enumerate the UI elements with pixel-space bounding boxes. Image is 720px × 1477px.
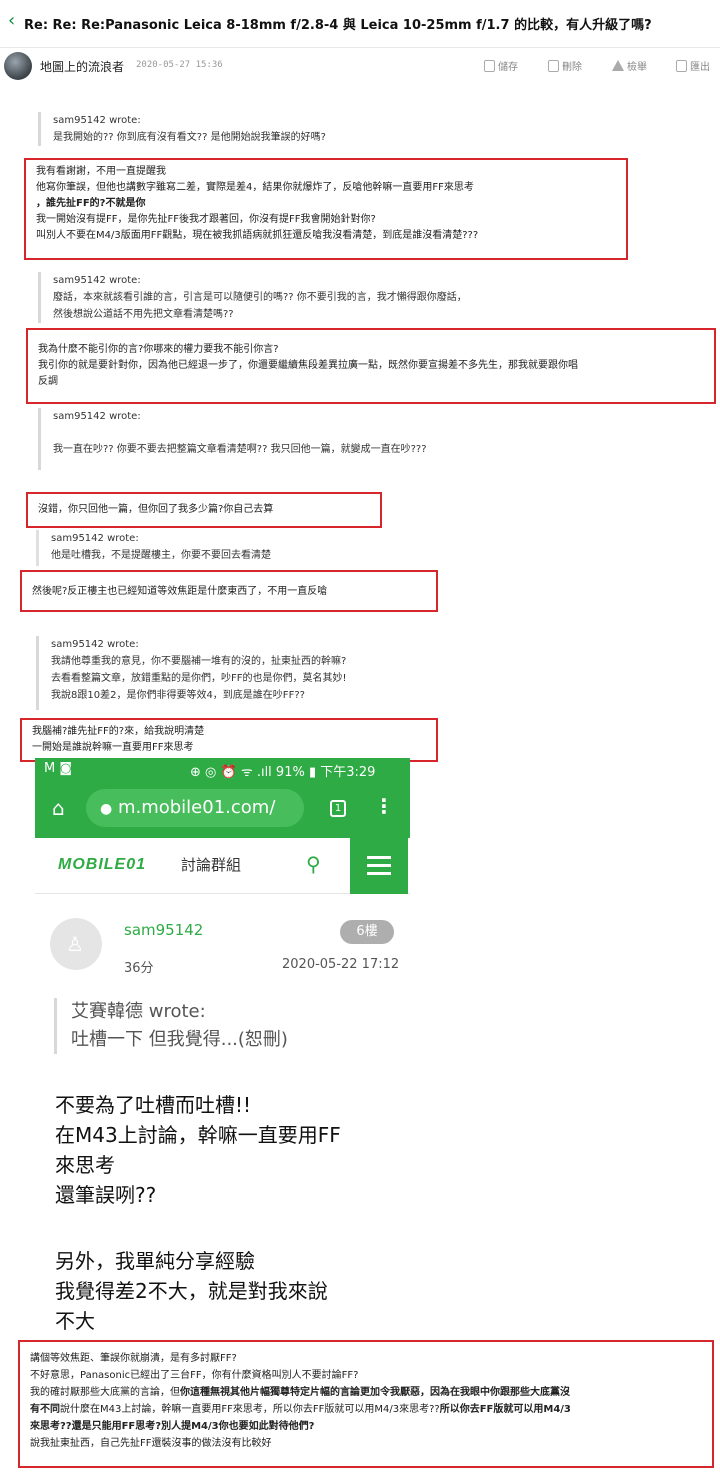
reply-line: 我引你的就是要針對你，因為他已經退一步了，你還要繼續焦段差異拉廣一點，既然你要宣… <box>38 360 578 371</box>
reply-line: ，誰先扯FF的?不就是你 <box>36 196 616 212</box>
quote-block: sam95142 wrote: 我一直在吵?? 你要不要去把整篇文章看清楚啊??… <box>38 408 678 470</box>
post-username[interactable]: sam95142 <box>124 921 203 939</box>
reply-line: 我的確討厭那些大底黨的言論，但你這種無視其他片幅獨尊特定片幅的言論更加令我厭惡，… <box>30 1384 702 1401</box>
delete-label: 刪除 <box>562 62 582 73</box>
phone-quote-text: 吐槽一下 但我覺得...(恕刪) <box>71 1029 288 1050</box>
quote-block: sam95142 wrote: 他是吐槽我，不是提醒樓主，你要不要回去看清楚 <box>36 530 658 566</box>
export-button[interactable]: 匯出 <box>676 58 710 73</box>
back-chevron-icon[interactable]: ‹ <box>8 12 22 30</box>
reply-box: 我腦補?誰先扯FF的?來，給我說明清楚 一開始是誰說幹嘛一直要用FF來思考 <box>20 718 438 762</box>
home-icon[interactable]: ⌂ <box>52 798 72 818</box>
reply-bold-text: 你這種無視其他片幅獨尊特定片幅的言論更加令我厭惡，因為在我眼中你跟那些大底黨沒 <box>180 1387 570 1398</box>
menu-icon <box>367 872 391 875</box>
status-system-icons: ⊕ ◎ ⏰ ᯤ .ıll 91% ▮ 下午3:29 <box>190 765 376 780</box>
reply-line: 反調 <box>38 376 58 387</box>
export-label: 匯出 <box>690 62 710 73</box>
post-title: Re: Re: Re:Panasonic Leica 8-18mm f/2.8-… <box>24 18 652 33</box>
quote-block: sam95142 wrote: 廢話，本來就該看引誰的言，引言是可以隨便引的嗎?… <box>38 272 678 323</box>
reply-line: 一開始是誰說幹嘛一直要用FF來思考 <box>32 742 194 753</box>
save-icon <box>484 59 495 72</box>
quote-author: sam95142 wrote: <box>53 411 141 422</box>
quote-text: 然後想說公道話不用先把文章看清楚嗎?? <box>53 309 234 320</box>
phone-post-line: 還筆誤咧?? <box>55 1183 157 1207</box>
report-button[interactable]: 檢舉 <box>612 58 647 73</box>
reply-line: 來思考??還是只能用FF思考?別人提M4/3你也要如此對待他們? <box>30 1418 702 1435</box>
phone-post-line: 來思考 <box>55 1153 115 1177</box>
avatar[interactable] <box>4 52 32 80</box>
menu-icon <box>367 856 391 859</box>
more-vert-icon[interactable]: ⋮ <box>374 796 394 816</box>
reply-bold-text: ，誰先扯FF的?不就是你 <box>36 198 146 209</box>
url-text: m.mobile01.com/ <box>117 797 276 818</box>
status-notification-icons: M ◙ <box>44 761 72 776</box>
phone-post-line: 不要為了吐槽而吐槽!! <box>55 1093 252 1117</box>
export-icon <box>676 59 687 72</box>
lock-icon: ● <box>100 801 113 817</box>
phone-quote-author: 艾賽韓德 wrote: <box>71 1001 206 1022</box>
report-label: 檢舉 <box>627 62 647 73</box>
reply-line: 沒錯，你只回他一篇，但你回了我多少篇?你自己去算 <box>38 504 274 515</box>
phone-post-line: 我覺得差2不大，就是對我來說 <box>55 1279 328 1303</box>
reply-box: 講個等效焦距、筆誤你就崩潰，是有多討厭FF? 不好意思，Panasonic已經出… <box>18 1340 714 1468</box>
reply-box: 我有看謝謝，不用一直提醒我 他寫你筆誤，但他也講數字雖寫二差，實際是差4，結果你… <box>24 158 628 260</box>
forum-label[interactable]: 討論群組 <box>181 854 241 875</box>
reply-text: 我的確討厭那些大底黨的言論，但 <box>30 1387 180 1398</box>
reply-line: 叫別人不要在M4/3版面用FF觀點，現在被我抓語病就抓狂還反嗆我沒看清楚，到底是… <box>36 230 479 241</box>
trash-icon <box>548 59 559 72</box>
reply-line: 說我扯東扯西，自己先扯FF還裝沒事的做法沒有比較好 <box>30 1438 272 1449</box>
post-date: 2020-05-22 17:12 <box>282 957 400 972</box>
quote-text: 廢話，本來就該看引誰的言，引言是可以隨便引的嗎?? 你不要引我的言，我才懶得跟你… <box>53 292 467 303</box>
reply-line: 我有看謝謝，不用一直提醒我 <box>36 166 166 177</box>
reply-line: 我腦補?誰先扯FF的?來，給我說明清楚 <box>32 726 205 737</box>
reply-bold-text: 所以你去FF版就可以用M4/3 <box>439 1404 571 1415</box>
quote-text: 我請他尊重我的意見，你不要腦補一堆有的沒的，扯東扯西的幹嘛? <box>51 656 347 667</box>
reply-line: 有不同說什麼在M43上討論，幹嘛一直要用FF來思考，所以你去FF版就可以用M4/… <box>30 1401 702 1418</box>
post-age: 36分 <box>124 961 154 976</box>
save-button[interactable]: 儲存 <box>484 58 518 73</box>
floor-badge: 6樓 <box>340 920 394 944</box>
reply-text: 說什麼在M43上討論，幹嘛一直要用FF來思考，所以你去FF版就可以用M4/3來思… <box>60 1404 440 1415</box>
quote-author: sam95142 wrote: <box>53 115 141 126</box>
quote-text: 他是吐槽我，不是提醒樓主，你要不要回去看清楚 <box>51 550 271 561</box>
reply-box: 沒錯，你只回他一篇，但你回了我多少篇?你自己去算 <box>26 492 382 528</box>
quote-text: 是我開始的?? 你到底有沒有看文?? 是他開始說我筆誤的好嗎? <box>53 132 326 143</box>
phone-post-line: 不大 <box>55 1309 95 1333</box>
quote-block: sam95142 wrote: 是我開始的?? 你到底有沒有看文?? 是他開始說… <box>38 112 678 146</box>
reply-line: 我一開始沒有提FF，是你先扯FF後我才跟著回，你沒有提FF我會開始針對你? <box>36 214 376 225</box>
default-avatar-icon: ♙ <box>66 932 84 956</box>
reply-line: 講個等效焦距、筆誤你就崩潰，是有多討厭FF? <box>30 1353 237 1364</box>
quote-text: 去看看整篇文章，放錯重點的是你們，吵FF的也是你們，莫名其妙! <box>51 673 347 684</box>
delete-button[interactable]: 刪除 <box>548 58 582 73</box>
author-name[interactable]: 地圖上的流浪者 <box>40 58 124 75</box>
reply-line: 不好意思，Panasonic已經出了三台FF，你有什麼資格叫別人不要討論FF? <box>30 1370 359 1381</box>
address-bar[interactable]: ● m.mobile01.com/ <box>86 789 304 827</box>
alert-icon <box>612 59 624 72</box>
quote-author: sam95142 wrote: <box>51 533 139 544</box>
quote-text: 我一直在吵?? 你要不要去把整篇文章看清楚啊?? 我只回他一篇，就變成一直在吵?… <box>53 444 427 455</box>
menu-icon <box>367 864 391 867</box>
quote-text: 我說8跟10差2，是你們非得要等效4，到底是誰在吵FF?? <box>51 690 305 701</box>
reply-bold-text: 來思考??還是只能用FF思考?別人提M4/3你也要如此對待他們? <box>30 1421 315 1432</box>
reply-box: 我為什麼不能引你的言?你哪來的權力要我不能引你言? 我引你的就是要針對你，因為他… <box>26 328 716 404</box>
reply-line: 然後呢?反正樓主也已經知道等效焦距是什麼東西了，不用一直反嗆 <box>32 586 328 597</box>
reply-line: 我為什麼不能引你的言?你哪來的權力要我不能引你言? <box>38 344 279 355</box>
phone-quote-block: 艾賽韓德 wrote: 吐槽一下 但我覺得...(恕刪) <box>54 998 384 1054</box>
mobile01-logo[interactable]: MOBILE01 <box>58 856 146 874</box>
search-icon[interactable]: ⚲ <box>306 852 321 876</box>
phone-post-line: 在M43上討論，幹嘛一直要用FF <box>55 1123 341 1147</box>
post-time: 2020-05-27 15:36 <box>136 60 223 70</box>
reply-bold-text: 有不同 <box>30 1404 60 1415</box>
tabs-icon[interactable]: 1 <box>330 800 346 817</box>
quote-author: sam95142 wrote: <box>53 275 141 286</box>
phone-post-line: 另外，我單純分享經驗 <box>55 1249 255 1273</box>
save-label: 儲存 <box>498 62 518 73</box>
reply-line: 他寫你筆誤，但他也講數字雖寫二差，實際是差4，結果你就爆炸了，反嗆他幹嘛一直要用… <box>36 182 474 193</box>
reply-box: 然後呢?反正樓主也已經知道等效焦距是什麼東西了，不用一直反嗆 <box>20 570 438 612</box>
quote-block: sam95142 wrote: 我請他尊重我的意見，你不要腦補一堆有的沒的，扯東… <box>36 636 660 710</box>
quote-author: sam95142 wrote: <box>51 639 139 650</box>
